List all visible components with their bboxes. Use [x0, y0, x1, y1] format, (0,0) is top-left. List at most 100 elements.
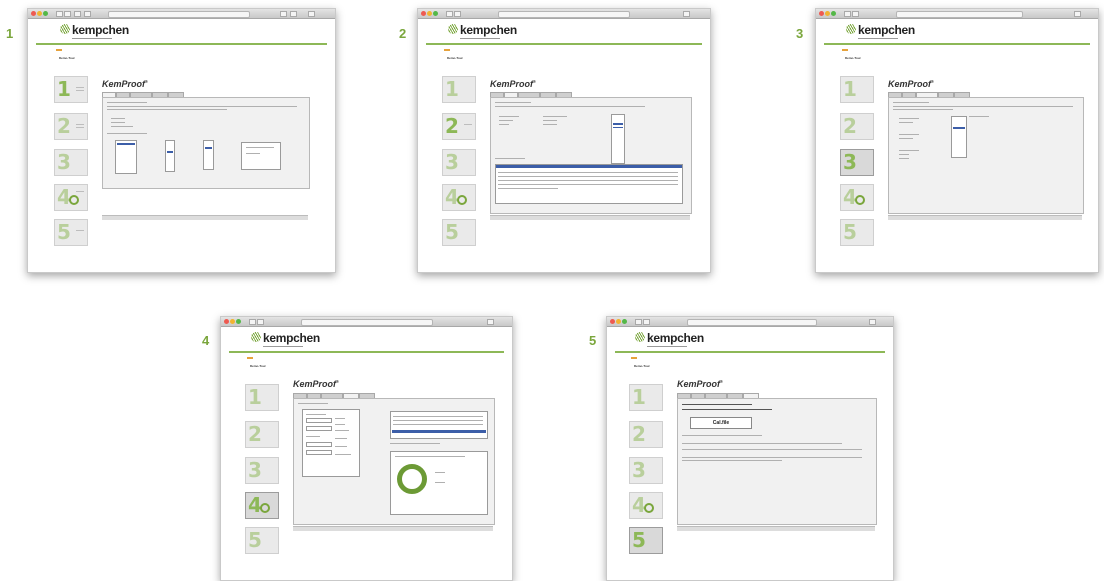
demo-tour-label: Demo-Tour: [634, 364, 650, 368]
browser-maximize-dot[interactable]: [831, 11, 836, 16]
browser-minimize-dot[interactable]: [230, 319, 235, 324]
sidebar-step-1[interactable]: 1: [840, 76, 874, 103]
input-field[interactable]: [306, 426, 332, 431]
browser-maximize-dot[interactable]: [236, 319, 241, 324]
browser-maximize-dot[interactable]: [622, 319, 627, 324]
logo-text: kempchen: [647, 331, 704, 345]
back-icon[interactable]: [249, 319, 256, 325]
settings-form: [302, 409, 360, 477]
layout-option-2[interactable]: [165, 140, 175, 172]
sidebar-step-5[interactable]: 5: [629, 527, 663, 554]
tab-bar: [490, 92, 660, 98]
kempchen-logo-icon: [448, 24, 458, 34]
sidebar-step-4[interactable]: 4: [245, 492, 279, 519]
layout-option-1[interactable]: [115, 140, 137, 174]
demo-tour-label: Demo-Tour: [447, 56, 463, 60]
panel-number: 3: [796, 26, 804, 41]
input-field[interactable]: [306, 442, 332, 447]
sidebar-step-1[interactable]: 1: [629, 384, 663, 411]
browser-maximize-dot[interactable]: [43, 11, 48, 16]
sidebar-step-4[interactable]: 4: [442, 184, 476, 211]
sidebar-step-3[interactable]: 3: [442, 149, 476, 176]
sidebar-step-2[interactable]: 2: [245, 421, 279, 448]
download-icon[interactable]: [290, 11, 297, 17]
cal-file-button[interactable]: Cal.file: [690, 417, 752, 429]
browser-minimize-dot[interactable]: [825, 11, 830, 16]
sidebar-icon[interactable]: [869, 319, 876, 325]
browser-minimize-dot[interactable]: [37, 11, 42, 16]
browser-toolbar: [418, 9, 710, 19]
sidebar-step-3[interactable]: 3: [629, 457, 663, 484]
sidebar-icon[interactable]: [308, 11, 315, 17]
address-bar[interactable]: [301, 319, 433, 326]
input-field[interactable]: [306, 418, 332, 423]
data-table[interactable]: [495, 164, 683, 204]
address-bar[interactable]: [498, 11, 630, 18]
sidebar-step-2[interactable]: 2: [629, 421, 663, 448]
kempchen-logo-icon: [251, 332, 261, 342]
sidebar-step-1[interactable]: 1: [245, 384, 279, 411]
sidebar-step-4[interactable]: 4: [629, 492, 663, 519]
logo-tagline: [460, 38, 500, 39]
browser-close-dot[interactable]: [421, 11, 426, 16]
footer-bar: [490, 215, 690, 220]
sidebar-step-5[interactable]: 5: [442, 219, 476, 246]
share-icon[interactable]: [84, 11, 91, 17]
sidebar-step-1[interactable]: 1: [442, 76, 476, 103]
browser-close-dot[interactable]: [610, 319, 615, 324]
sidebar-step-1[interactable]: 1: [54, 76, 88, 103]
browser-close-dot[interactable]: [819, 11, 824, 16]
browser-window: kempchen Demo-Tour 1 2 3 4 5 KemProof®: [417, 8, 711, 273]
address-bar[interactable]: [687, 319, 817, 326]
sidebar-step-4[interactable]: 4: [840, 184, 874, 211]
sidebar-step-5[interactable]: 5: [840, 219, 874, 246]
sidebar-step-4[interactable]: 4: [54, 184, 88, 211]
sidebar-step-3[interactable]: 3: [840, 149, 874, 176]
kempchen-logo-icon: [60, 24, 70, 34]
selection-list[interactable]: [951, 116, 967, 158]
forward-icon[interactable]: [454, 11, 461, 17]
browser-close-dot[interactable]: [224, 319, 229, 324]
sidebar-step-2[interactable]: 2: [442, 113, 476, 140]
donut-chart-icon: [397, 464, 427, 494]
sidebar-icon[interactable]: [683, 11, 690, 17]
forward-icon[interactable]: [852, 11, 859, 17]
logo-text: kempchen: [263, 331, 320, 345]
sidebar-step-2[interactable]: 2: [54, 113, 88, 140]
sidebar-step-3[interactable]: 3: [245, 457, 279, 484]
sidebar-step-5[interactable]: 5: [54, 219, 88, 246]
forward-icon[interactable]: [643, 319, 650, 325]
layout-option-4[interactable]: [241, 142, 281, 170]
sidebar-icon[interactable]: [487, 319, 494, 325]
back-icon[interactable]: [635, 319, 642, 325]
demo-tour-label: Demo-Tour: [250, 364, 266, 368]
browser-minimize-dot[interactable]: [616, 319, 621, 324]
forward-icon[interactable]: [64, 11, 71, 17]
sidebar-step-3[interactable]: 3: [54, 149, 88, 176]
sidebar-step-2[interactable]: 2: [840, 113, 874, 140]
logo-text: kempchen: [460, 23, 517, 37]
sidebar-icon[interactable]: [1074, 11, 1081, 17]
reader-icon[interactable]: [74, 11, 81, 17]
back-icon[interactable]: [844, 11, 851, 17]
content-panel: Cal.file: [677, 398, 877, 525]
input-field[interactable]: [306, 450, 332, 455]
tab-icon[interactable]: [280, 11, 287, 17]
list-box[interactable]: [611, 114, 625, 164]
address-bar[interactable]: [896, 11, 1023, 18]
browser-minimize-dot[interactable]: [427, 11, 432, 16]
logo-tagline: [72, 38, 112, 39]
browser-maximize-dot[interactable]: [433, 11, 438, 16]
layout-option-3[interactable]: [203, 140, 214, 170]
browser-toolbar: [28, 9, 335, 19]
address-bar[interactable]: [108, 11, 250, 18]
footer-bar: [888, 215, 1082, 220]
results-list[interactable]: [390, 411, 488, 439]
forward-icon[interactable]: [257, 319, 264, 325]
back-icon[interactable]: [56, 11, 63, 17]
logo-text: kempchen: [858, 23, 915, 37]
browser-close-dot[interactable]: [31, 11, 36, 16]
back-icon[interactable]: [446, 11, 453, 17]
sidebar-step-5[interactable]: 5: [245, 527, 279, 554]
tab-bar: [677, 393, 847, 399]
